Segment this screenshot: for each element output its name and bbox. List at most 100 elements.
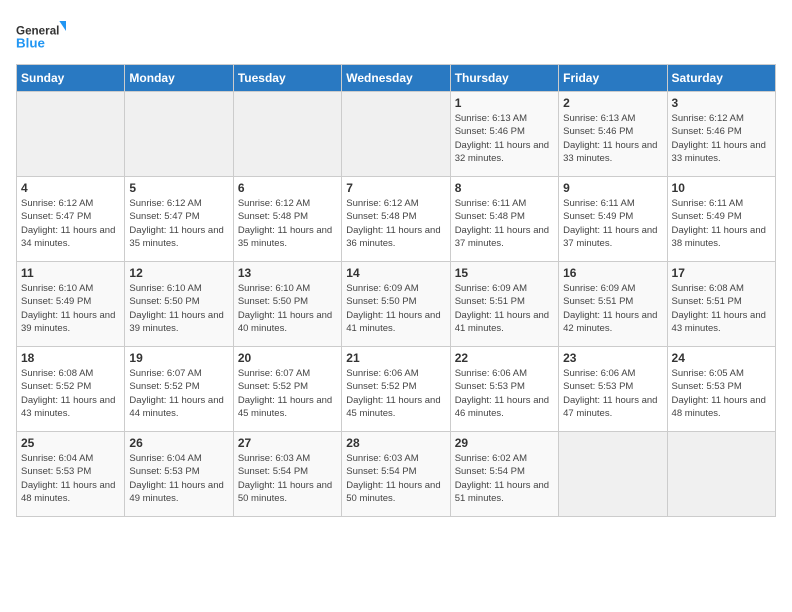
calendar-cell: 24 Sunrise: 6:05 AM Sunset: 5:53 PM Dayl… <box>667 347 775 432</box>
day-number: 21 <box>346 351 445 365</box>
sunrise-info: Sunrise: 6:04 AM <box>21 452 120 465</box>
calendar-cell: 4 Sunrise: 6:12 AM Sunset: 5:47 PM Dayli… <box>17 177 125 262</box>
calendar-cell: 28 Sunrise: 6:03 AM Sunset: 5:54 PM Dayl… <box>342 432 450 517</box>
sunrise-info: Sunrise: 6:10 AM <box>129 282 228 295</box>
calendar-cell: 23 Sunrise: 6:06 AM Sunset: 5:53 PM Dayl… <box>559 347 667 432</box>
daylight-label: Daylight: 11 hours and 36 minutes. <box>346 224 445 251</box>
sunrise-info: Sunrise: 6:06 AM <box>563 367 662 380</box>
day-number: 19 <box>129 351 228 365</box>
calendar-cell: 6 Sunrise: 6:12 AM Sunset: 5:48 PM Dayli… <box>233 177 341 262</box>
day-number: 28 <box>346 436 445 450</box>
sunset-info: Sunset: 5:46 PM <box>455 125 554 138</box>
day-number: 10 <box>672 181 771 195</box>
sunset-info: Sunset: 5:49 PM <box>563 210 662 223</box>
day-number: 26 <box>129 436 228 450</box>
day-number: 11 <box>21 266 120 280</box>
day-number: 7 <box>346 181 445 195</box>
calendar-cell: 9 Sunrise: 6:11 AM Sunset: 5:49 PM Dayli… <box>559 177 667 262</box>
daylight-label: Daylight: 11 hours and 38 minutes. <box>672 224 771 251</box>
sunrise-info: Sunrise: 6:08 AM <box>672 282 771 295</box>
daylight-label: Daylight: 11 hours and 50 minutes. <box>238 479 337 506</box>
calendar-cell: 18 Sunrise: 6:08 AM Sunset: 5:52 PM Dayl… <box>17 347 125 432</box>
calendar-cell: 15 Sunrise: 6:09 AM Sunset: 5:51 PM Dayl… <box>450 262 558 347</box>
daylight-label: Daylight: 11 hours and 45 minutes. <box>346 394 445 421</box>
day-number: 18 <box>21 351 120 365</box>
sunset-info: Sunset: 5:51 PM <box>672 295 771 308</box>
day-number: 16 <box>563 266 662 280</box>
sunrise-info: Sunrise: 6:11 AM <box>563 197 662 210</box>
daylight-label: Daylight: 11 hours and 35 minutes. <box>238 224 337 251</box>
calendar-cell: 21 Sunrise: 6:06 AM Sunset: 5:52 PM Dayl… <box>342 347 450 432</box>
sunrise-info: Sunrise: 6:12 AM <box>238 197 337 210</box>
day-of-week-header: Tuesday <box>233 65 341 92</box>
calendar-cell: 12 Sunrise: 6:10 AM Sunset: 5:50 PM Dayl… <box>125 262 233 347</box>
logo-svg: General Blue <box>16 16 66 56</box>
calendar-cell <box>233 92 341 177</box>
sunrise-info: Sunrise: 6:13 AM <box>563 112 662 125</box>
sunset-info: Sunset: 5:54 PM <box>238 465 337 478</box>
calendar-cell: 17 Sunrise: 6:08 AM Sunset: 5:51 PM Dayl… <box>667 262 775 347</box>
sunset-info: Sunset: 5:51 PM <box>455 295 554 308</box>
calendar-body: 1 Sunrise: 6:13 AM Sunset: 5:46 PM Dayli… <box>17 92 776 517</box>
day-number: 15 <box>455 266 554 280</box>
sunset-info: Sunset: 5:49 PM <box>21 295 120 308</box>
sunset-info: Sunset: 5:47 PM <box>21 210 120 223</box>
day-number: 1 <box>455 96 554 110</box>
sunset-info: Sunset: 5:51 PM <box>563 295 662 308</box>
calendar-header-row: SundayMondayTuesdayWednesdayThursdayFrid… <box>17 65 776 92</box>
calendar-cell: 22 Sunrise: 6:06 AM Sunset: 5:53 PM Dayl… <box>450 347 558 432</box>
sunrise-info: Sunrise: 6:11 AM <box>672 197 771 210</box>
day-of-week-header: Monday <box>125 65 233 92</box>
sunset-info: Sunset: 5:52 PM <box>21 380 120 393</box>
daylight-label: Daylight: 11 hours and 39 minutes. <box>129 309 228 336</box>
calendar-cell <box>125 92 233 177</box>
daylight-label: Daylight: 11 hours and 32 minutes. <box>455 139 554 166</box>
sunset-info: Sunset: 5:52 PM <box>238 380 337 393</box>
daylight-label: Daylight: 11 hours and 42 minutes. <box>563 309 662 336</box>
sunrise-info: Sunrise: 6:13 AM <box>455 112 554 125</box>
daylight-label: Daylight: 11 hours and 51 minutes. <box>455 479 554 506</box>
sunset-info: Sunset: 5:53 PM <box>455 380 554 393</box>
sunrise-info: Sunrise: 6:06 AM <box>346 367 445 380</box>
sunset-info: Sunset: 5:47 PM <box>129 210 228 223</box>
day-number: 4 <box>21 181 120 195</box>
daylight-label: Daylight: 11 hours and 48 minutes. <box>672 394 771 421</box>
sunrise-info: Sunrise: 6:07 AM <box>238 367 337 380</box>
sunset-info: Sunset: 5:50 PM <box>346 295 445 308</box>
sunset-info: Sunset: 5:49 PM <box>672 210 771 223</box>
daylight-label: Daylight: 11 hours and 50 minutes. <box>346 479 445 506</box>
day-of-week-header: Thursday <box>450 65 558 92</box>
sunrise-info: Sunrise: 6:09 AM <box>455 282 554 295</box>
day-number: 8 <box>455 181 554 195</box>
header: General Blue <box>16 16 776 56</box>
sunset-info: Sunset: 5:46 PM <box>672 125 771 138</box>
sunset-info: Sunset: 5:53 PM <box>563 380 662 393</box>
daylight-label: Daylight: 11 hours and 37 minutes. <box>563 224 662 251</box>
sunrise-info: Sunrise: 6:04 AM <box>129 452 228 465</box>
sunrise-info: Sunrise: 6:03 AM <box>346 452 445 465</box>
sunrise-info: Sunrise: 6:09 AM <box>346 282 445 295</box>
calendar-week-row: 1 Sunrise: 6:13 AM Sunset: 5:46 PM Dayli… <box>17 92 776 177</box>
sunrise-info: Sunrise: 6:10 AM <box>21 282 120 295</box>
calendar-table: SundayMondayTuesdayWednesdayThursdayFrid… <box>16 64 776 517</box>
daylight-label: Daylight: 11 hours and 33 minutes. <box>563 139 662 166</box>
daylight-label: Daylight: 11 hours and 34 minutes. <box>21 224 120 251</box>
day-number: 5 <box>129 181 228 195</box>
day-number: 29 <box>455 436 554 450</box>
sunrise-info: Sunrise: 6:12 AM <box>129 197 228 210</box>
day-of-week-header: Wednesday <box>342 65 450 92</box>
sunrise-info: Sunrise: 6:11 AM <box>455 197 554 210</box>
calendar-cell: 25 Sunrise: 6:04 AM Sunset: 5:53 PM Dayl… <box>17 432 125 517</box>
sunset-info: Sunset: 5:53 PM <box>21 465 120 478</box>
calendar-cell: 3 Sunrise: 6:12 AM Sunset: 5:46 PM Dayli… <box>667 92 775 177</box>
sunrise-info: Sunrise: 6:12 AM <box>21 197 120 210</box>
day-of-week-header: Saturday <box>667 65 775 92</box>
calendar-cell: 10 Sunrise: 6:11 AM Sunset: 5:49 PM Dayl… <box>667 177 775 262</box>
sunset-info: Sunset: 5:53 PM <box>672 380 771 393</box>
daylight-label: Daylight: 11 hours and 39 minutes. <box>21 309 120 336</box>
calendar-cell: 20 Sunrise: 6:07 AM Sunset: 5:52 PM Dayl… <box>233 347 341 432</box>
sunrise-info: Sunrise: 6:08 AM <box>21 367 120 380</box>
sunrise-info: Sunrise: 6:12 AM <box>672 112 771 125</box>
calendar-week-row: 25 Sunrise: 6:04 AM Sunset: 5:53 PM Dayl… <box>17 432 776 517</box>
daylight-label: Daylight: 11 hours and 43 minutes. <box>672 309 771 336</box>
